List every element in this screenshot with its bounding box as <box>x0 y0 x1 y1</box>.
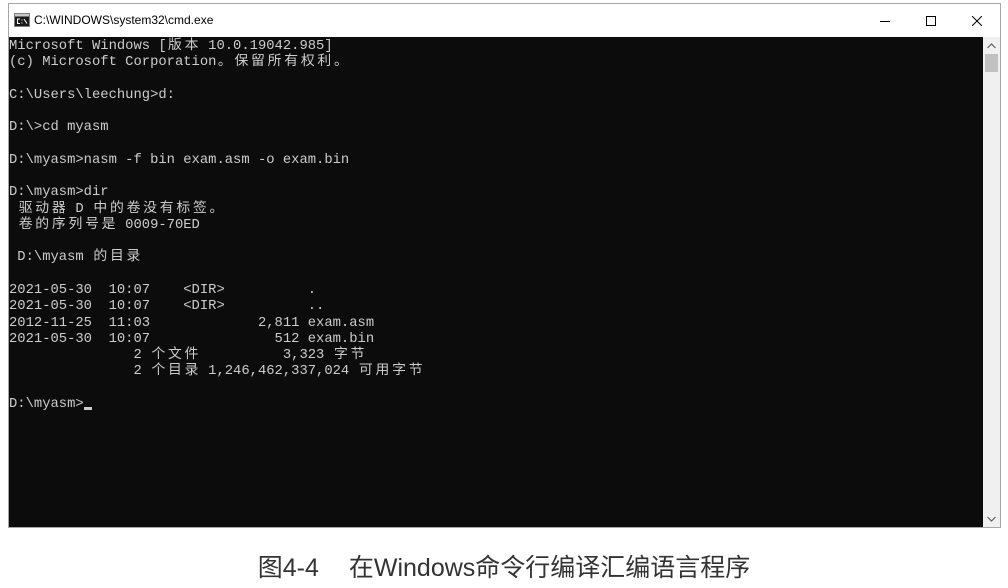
full-width-char: 所 <box>267 54 282 71</box>
maximize-icon <box>926 15 936 26</box>
console-line: 2 个目录 1,246,462,337,024 可用字节 <box>9 363 423 380</box>
cmd-window: C:\WINDOWS\system32\cmd.exe Microsoft Wi… <box>8 3 1001 528</box>
minimize-icon <box>880 20 890 22</box>
full-width-char: 驱 <box>18 200 33 217</box>
full-width-char: 标 <box>176 200 191 217</box>
full-width-char: 的 <box>35 216 50 233</box>
full-width-char: 可 <box>358 363 373 380</box>
full-width-char: 字 <box>334 347 348 364</box>
console-body: Microsoft Windows [版本 10.0.19042.985] (c… <box>9 37 1000 527</box>
close-icon <box>972 15 982 26</box>
chevron-up-icon <box>987 42 996 48</box>
figure-caption: 图4-4 在Windows命令行编译汇编语言程序 <box>0 550 1008 582</box>
full-width-char: 是 <box>101 216 116 233</box>
console-line: (c) Microsoft Corporation。保留所有权利。 <box>9 54 348 71</box>
figure-title: 在Windows命令行编译汇编语言程序 <box>348 554 751 582</box>
vertical-scrollbar[interactable] <box>983 37 1000 527</box>
full-width-char: 有 <box>284 54 299 71</box>
full-width-char: 节 <box>350 347 365 364</box>
console-line: 卷的序列号是 0009-70ED <box>18 216 200 233</box>
full-width-char: 器 <box>51 200 66 217</box>
console-line: 2012-11-25 11:03 2,811 exam.asm <box>9 314 375 331</box>
full-width-char: 序 <box>51 216 66 233</box>
console-line: 2 个文件 3,323 字节 <box>9 347 365 364</box>
full-width-char: 个 <box>151 363 166 380</box>
scroll-thumb[interactable] <box>985 54 998 72</box>
full-width-char: 个 <box>151 347 166 364</box>
full-width-char: 列 <box>68 216 83 233</box>
full-width-char: 的 <box>109 200 124 217</box>
cmd-icon-graphic <box>14 13 30 27</box>
close-button[interactable] <box>954 4 1000 37</box>
console-prompt: D:\myasm> <box>9 395 84 412</box>
full-width-char: 目 <box>109 249 124 266</box>
full-width-char: 节 <box>408 363 423 380</box>
full-width-char: 文 <box>168 347 182 364</box>
full-width-char: 动 <box>35 200 50 217</box>
console-line: 2021-05-30 10:07 512 exam.bin <box>9 330 375 347</box>
full-width-char: 本 <box>184 38 199 54</box>
console-output[interactable]: Microsoft Windows [版本 10.0.19042.985] (c… <box>9 37 983 527</box>
title-bar[interactable]: C:\WINDOWS\system32\cmd.exe <box>9 4 1000 37</box>
full-width-char: 录 <box>126 249 141 266</box>
console-line: D:\myasm 的目录 <box>9 249 141 266</box>
full-width-char: 留 <box>251 54 265 71</box>
window-controls <box>862 4 1000 37</box>
full-width-char: 件 <box>184 347 199 364</box>
full-width-char: 。 <box>334 54 348 71</box>
minimize-button[interactable] <box>862 4 908 37</box>
full-width-char: 用 <box>375 363 390 380</box>
scroll-up-button[interactable] <box>983 37 1000 54</box>
full-width-char: 版 <box>168 38 182 54</box>
console-line: 2021-05-30 10:07 <DIR> .. <box>9 298 325 315</box>
text-cursor <box>83 406 92 410</box>
window-title: C:\WINDOWS\system32\cmd.exe <box>34 13 214 27</box>
full-width-char: 目 <box>168 363 182 380</box>
console-line: D:\myasm>nasm -f bin exam.asm -o exam.bi… <box>9 151 350 168</box>
console-line: 2021-05-30 10:07 <DIR> . <box>9 281 317 298</box>
console-line: C:\Users\leechung>d: <box>9 86 175 103</box>
cmd-icon[interactable] <box>14 13 30 27</box>
full-width-char: 。 <box>217 54 232 71</box>
full-width-char: 有 <box>159 200 174 217</box>
full-width-char: 卷 <box>18 216 33 233</box>
full-width-char: 字 <box>392 363 406 380</box>
full-width-char: 录 <box>184 363 199 380</box>
maximize-button[interactable] <box>908 4 954 37</box>
full-width-char: 保 <box>234 54 249 71</box>
console-line: D:\>cd myasm <box>9 119 109 136</box>
full-width-char: 的 <box>93 249 108 266</box>
scroll-track[interactable] <box>983 54 1000 510</box>
console-prompt-line: D:\myasm> <box>9 396 983 412</box>
console-line: D:\myasm>dir <box>9 184 109 201</box>
console-line: 驱动器 D 中的卷没有标签。 <box>18 200 224 217</box>
console-line: Microsoft Windows [版本 10.0.19042.985] <box>9 38 333 54</box>
full-width-char: 签 <box>192 200 207 217</box>
full-width-char: 权 <box>300 54 315 71</box>
full-width-char: 号 <box>85 216 99 233</box>
figure-number: 图4-4 <box>257 554 319 582</box>
full-width-char: 利 <box>317 54 332 71</box>
chevron-down-icon <box>987 516 996 522</box>
full-width-char: 。 <box>209 200 224 217</box>
full-width-char: 没 <box>143 200 157 217</box>
full-width-char: 卷 <box>126 200 141 217</box>
scroll-down-button[interactable] <box>983 510 1000 527</box>
full-width-char: 中 <box>93 200 108 217</box>
